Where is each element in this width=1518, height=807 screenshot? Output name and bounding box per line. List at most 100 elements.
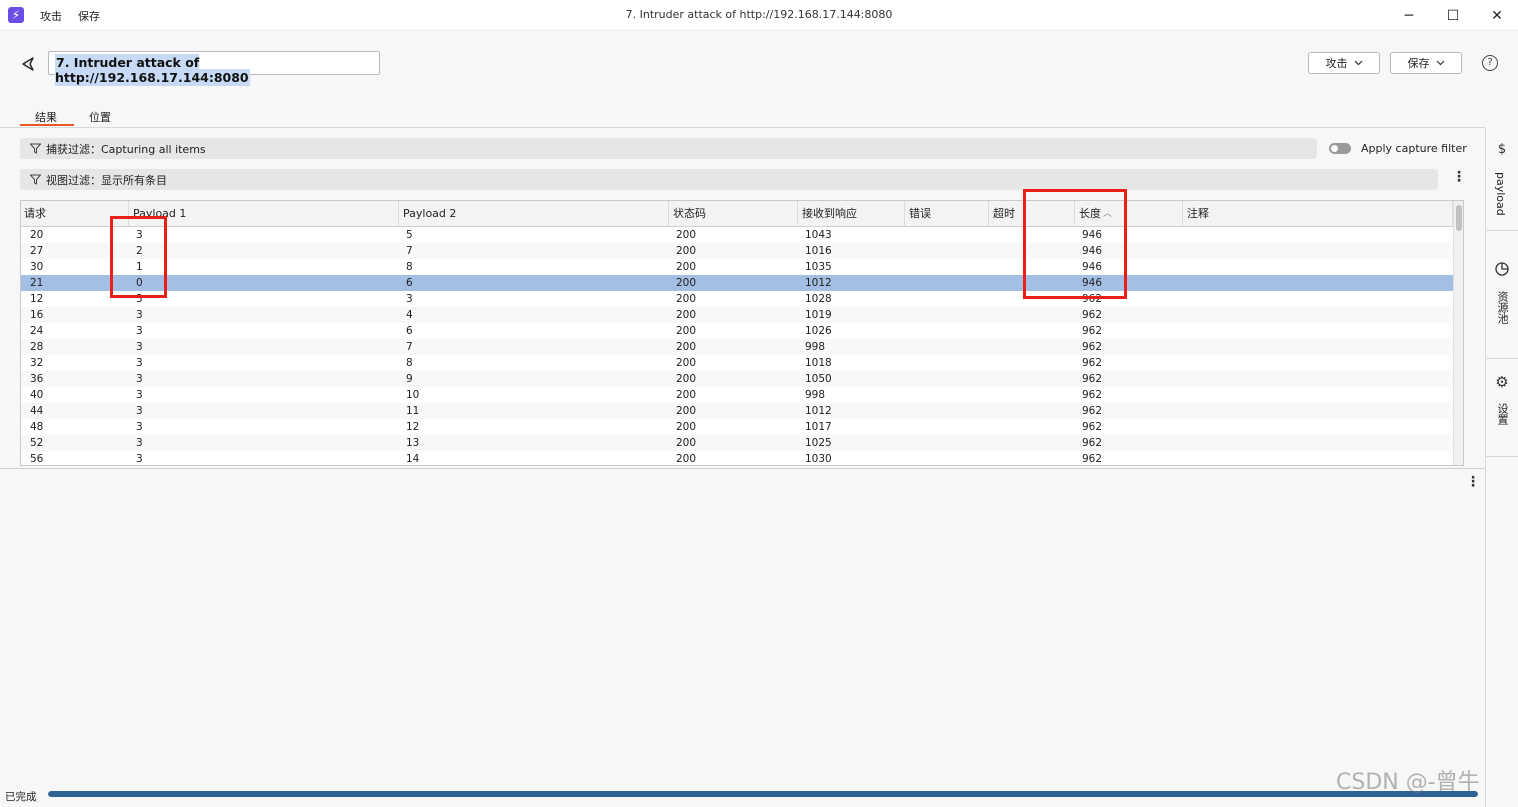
column-header-request[interactable]: 请求 bbox=[21, 201, 129, 227]
table-row[interactable]: 20 3 5 200 1043 946 bbox=[21, 227, 1453, 243]
table-row[interactable]: 30 1 8 200 1035 946 bbox=[21, 259, 1453, 275]
table-row[interactable]: 36 3 9 200 1050 962 bbox=[21, 371, 1453, 387]
cell-error bbox=[910, 291, 994, 307]
cell-request: 52 bbox=[30, 437, 44, 449]
cell-length: 962 bbox=[1082, 341, 1103, 353]
view-filter-bar[interactable]: 视图过滤：显示所有条目 bbox=[20, 169, 1438, 190]
column-header-comment[interactable]: 注释 bbox=[1183, 201, 1453, 227]
cell-status-code: 200 bbox=[676, 373, 697, 385]
chevron-down-icon bbox=[1354, 60, 1362, 66]
cell-payload2: 6 bbox=[406, 325, 413, 337]
tab-results[interactable]: 结果 bbox=[35, 109, 57, 125]
cell-payload2: 5 bbox=[406, 229, 413, 241]
column-header-payload1[interactable]: Payload 1 bbox=[129, 201, 399, 227]
cell-request: 48 bbox=[30, 421, 44, 433]
title-bar: ⚡ 攻击 保存 7. Intruder attack of http://192… bbox=[0, 0, 1518, 31]
cell-response-received: 998 bbox=[805, 389, 826, 401]
cell-payload2: 14 bbox=[406, 453, 420, 465]
cell-length: 962 bbox=[1082, 453, 1103, 465]
table-row[interactable]: 44 3 11 200 1012 962 bbox=[21, 403, 1453, 419]
cell-request: 20 bbox=[30, 229, 44, 241]
more-options-icon[interactable]: ⋮ bbox=[1466, 475, 1480, 489]
cell-error bbox=[910, 339, 994, 355]
view-filter-label: 视图过滤：显示所有条目 bbox=[46, 173, 167, 187]
save-dropdown-button[interactable]: 保存 bbox=[1390, 52, 1462, 74]
table-row[interactable]: 16 3 4 200 1019 962 bbox=[21, 307, 1453, 323]
table-row[interactable]: 56 3 14 200 1030 962 bbox=[21, 451, 1453, 465]
sidebar-item-payload[interactable]: $ payload bbox=[1486, 128, 1518, 231]
cell-response-received: 1043 bbox=[805, 229, 832, 241]
cell-payload1: 3 bbox=[136, 373, 143, 385]
table-row[interactable]: 32 3 8 200 1018 962 bbox=[21, 355, 1453, 371]
cell-payload1: 3 bbox=[136, 389, 143, 401]
chevron-down-icon bbox=[1436, 60, 1444, 66]
cell-length: 962 bbox=[1082, 389, 1103, 401]
cell-response-received: 1035 bbox=[805, 261, 832, 273]
menu-save[interactable]: 保存 bbox=[78, 8, 100, 24]
column-header-length[interactable]: 长度 bbox=[1075, 201, 1183, 227]
scrollbar-thumb[interactable] bbox=[1456, 205, 1462, 231]
minimize-button[interactable]: ─ bbox=[1386, 0, 1432, 31]
cell-comment bbox=[1188, 243, 1458, 259]
sidebar-item-label: 资源池 bbox=[1496, 291, 1509, 324]
apply-capture-filter-toggle[interactable] bbox=[1329, 143, 1351, 154]
sidebar-item-settings[interactable]: ⚙ 设置 bbox=[1486, 359, 1518, 457]
cell-length: 962 bbox=[1082, 437, 1103, 449]
table-scrollbar[interactable] bbox=[1453, 201, 1463, 465]
menu-attack[interactable]: 攻击 bbox=[40, 8, 62, 24]
close-button[interactable]: ✕ bbox=[1474, 0, 1518, 31]
table-row[interactable]: 48 3 12 200 1017 962 bbox=[21, 419, 1453, 435]
column-header-error[interactable]: 错误 bbox=[905, 201, 989, 227]
table-row[interactable]: 21 0 6 200 1012 946 bbox=[21, 275, 1453, 291]
results-table[interactable]: 请求 Payload 1 Payload 2 状态码 接收到响应 错误 超时 长度 ︿ 注释 20… bbox=[20, 200, 1464, 466]
cell-status-code: 200 bbox=[676, 341, 697, 353]
cell-error bbox=[910, 371, 994, 387]
attack-dropdown-button[interactable]: 攻击 bbox=[1308, 52, 1380, 74]
column-header-timeout[interactable]: 超时 bbox=[989, 201, 1075, 227]
cell-error bbox=[910, 323, 994, 339]
help-icon[interactable]: ? bbox=[1482, 55, 1498, 71]
cell-request: 40 bbox=[30, 389, 44, 401]
cell-request: 21 bbox=[30, 277, 44, 289]
cell-length: 962 bbox=[1082, 405, 1103, 417]
cell-error bbox=[910, 243, 994, 259]
resource-pool-icon bbox=[1495, 262, 1509, 276]
table-row[interactable]: 28 3 7 200 998 962 bbox=[21, 339, 1453, 355]
cell-request: 24 bbox=[30, 325, 44, 337]
column-header-status-code[interactable]: 状态码 bbox=[669, 201, 798, 227]
cell-timeout bbox=[994, 403, 1080, 419]
cell-response-received: 1026 bbox=[805, 325, 832, 337]
cell-timeout bbox=[994, 419, 1080, 435]
cell-request: 36 bbox=[30, 373, 44, 385]
sidebar-item-resource-pool[interactable]: 资源池 bbox=[1486, 231, 1518, 359]
cell-error bbox=[910, 307, 994, 323]
table-row[interactable]: 52 3 13 200 1025 962 bbox=[21, 435, 1453, 451]
table-row[interactable]: 24 3 6 200 1026 962 bbox=[21, 323, 1453, 339]
cell-response-received: 1019 bbox=[805, 309, 832, 321]
capture-filter-bar[interactable]: 捕获过滤：Capturing all items bbox=[20, 138, 1317, 159]
cell-status-code: 200 bbox=[676, 357, 697, 369]
tab-positions[interactable]: 位置 bbox=[89, 109, 111, 125]
cell-response-received: 1012 bbox=[805, 277, 832, 289]
cell-error bbox=[910, 227, 994, 243]
cell-status-code: 200 bbox=[676, 245, 697, 257]
attack-name-field[interactable]: 7. Intruder attack of http://192.168.17.… bbox=[48, 51, 380, 86]
table-row[interactable]: 12 3 3 200 1028 962 bbox=[21, 291, 1453, 307]
cell-request: 16 bbox=[30, 309, 44, 321]
cell-payload2: 13 bbox=[406, 437, 420, 449]
cell-payload1: 0 bbox=[136, 277, 143, 289]
table-row[interactable]: 40 3 10 200 998 962 bbox=[21, 387, 1453, 403]
cell-payload2: 8 bbox=[406, 357, 413, 369]
cell-comment bbox=[1188, 307, 1458, 323]
column-header-payload2[interactable]: Payload 2 bbox=[399, 201, 669, 227]
pane-divider[interactable] bbox=[0, 468, 1485, 469]
cell-payload1: 3 bbox=[136, 309, 143, 321]
cell-timeout bbox=[994, 371, 1080, 387]
column-header-response-received[interactable]: 接收到响应 bbox=[798, 201, 905, 227]
back-arrow-icon[interactable] bbox=[18, 54, 38, 74]
table-row[interactable]: 27 2 7 200 1016 946 bbox=[21, 243, 1453, 259]
cell-length: 946 bbox=[1082, 261, 1103, 273]
more-options-icon[interactable]: ⋮ bbox=[1452, 170, 1466, 184]
progress-fill bbox=[48, 791, 1478, 797]
maximize-button[interactable]: ☐ bbox=[1430, 0, 1476, 31]
